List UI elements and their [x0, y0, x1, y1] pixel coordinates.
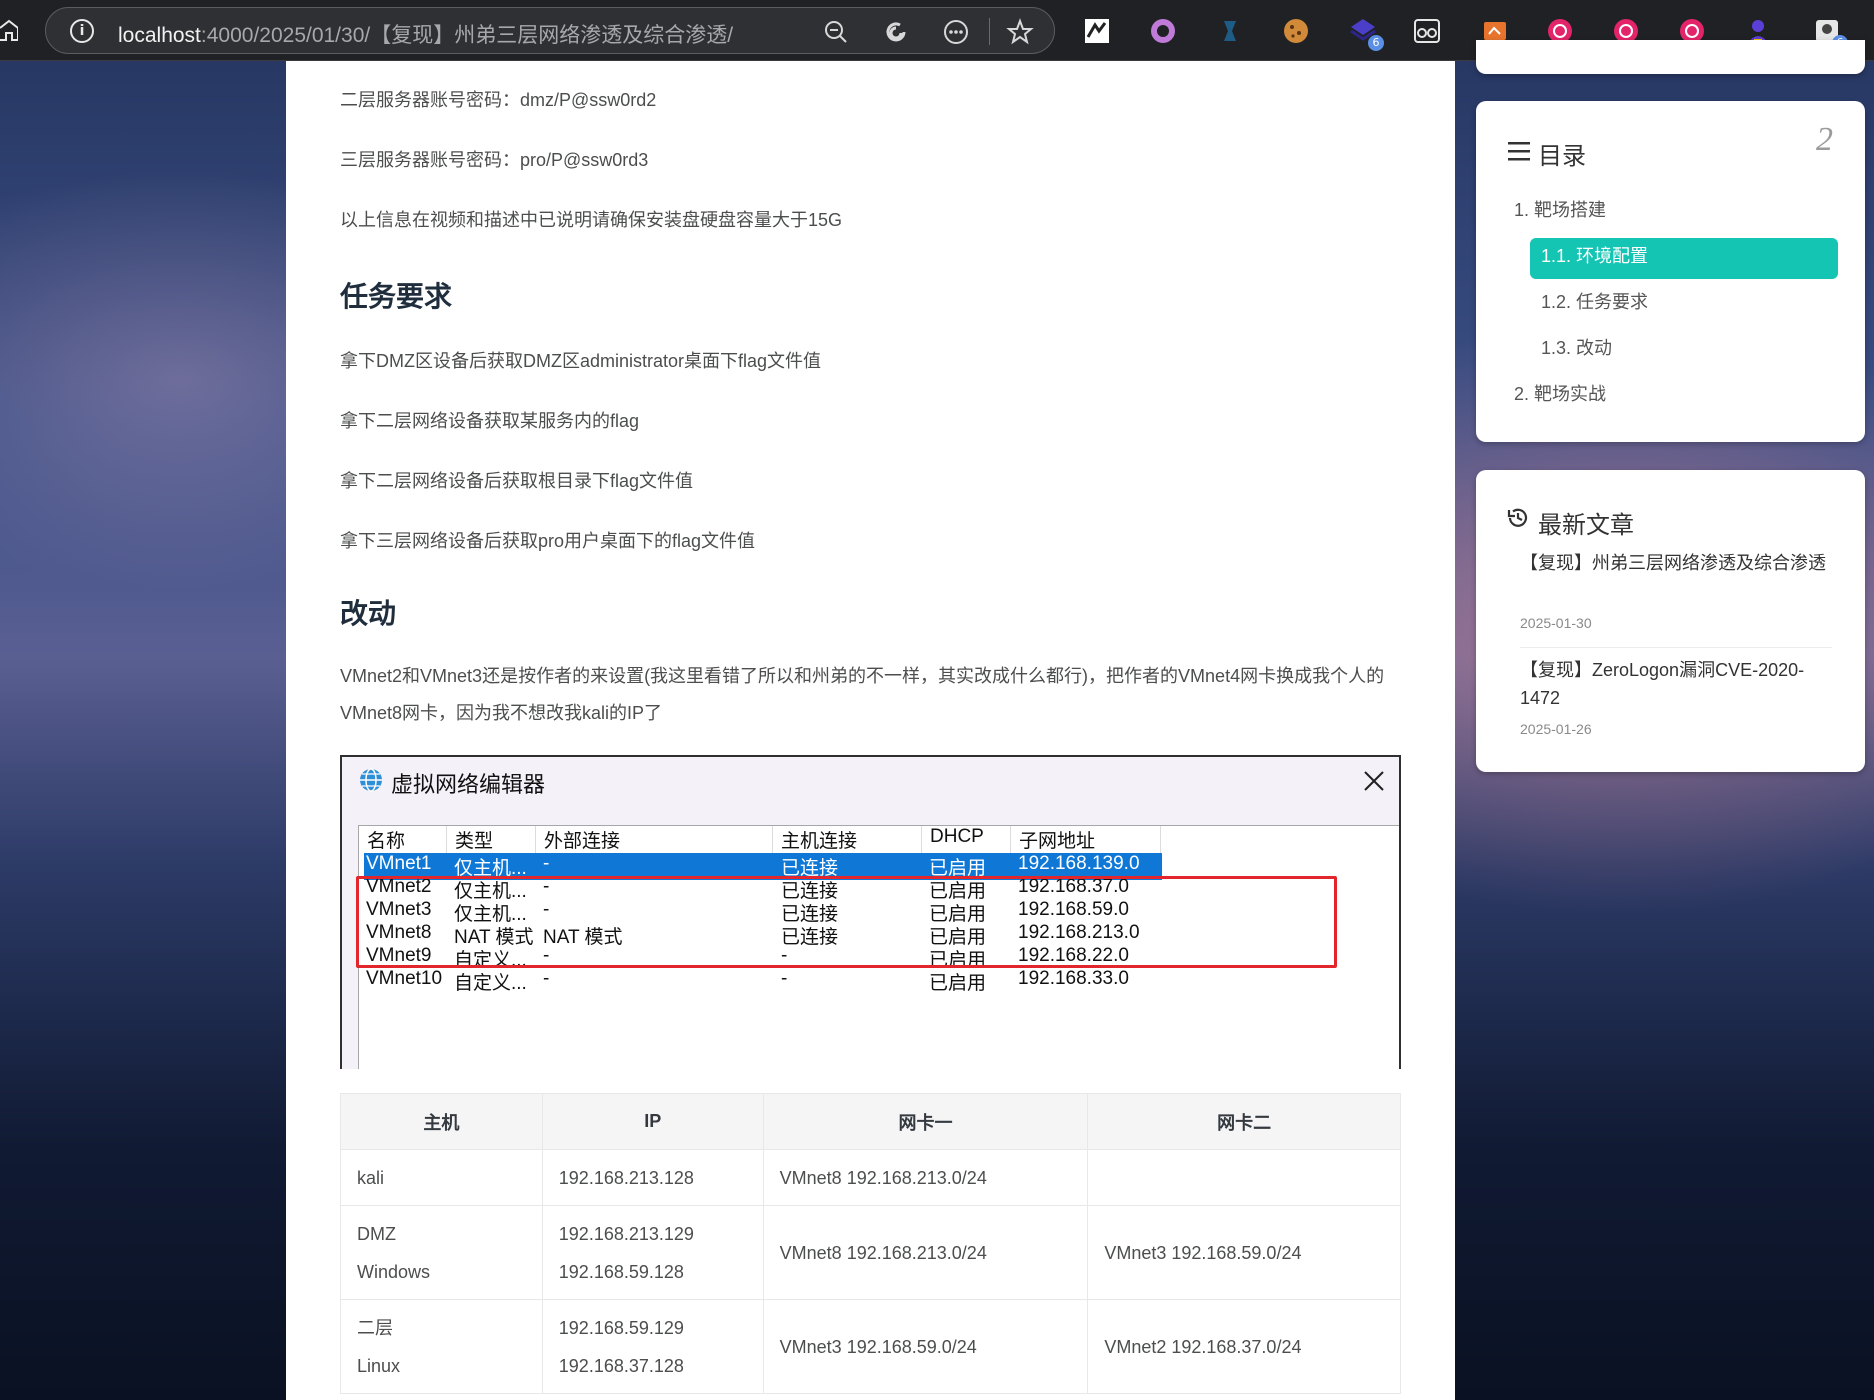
more-icon[interactable] [942, 18, 970, 46]
heading-changes: 改动 [340, 598, 397, 629]
cell-dhcp: 已启用 [929, 973, 987, 994]
network-row: VMnet10 自定义... - - 已启用 192.168.33.0 [364, 968, 1319, 995]
cell-type: 自定义... [454, 973, 527, 994]
edge-refresh-icon[interactable] [882, 18, 910, 46]
table-row: DMZ Windows 192.168.213.129 192.168.59.128… [340, 1205, 1401, 1300]
extension-icon-3[interactable] [1216, 17, 1244, 45]
cell-nic2: VMnet3 192.168.59.0/24 [1087, 1205, 1401, 1300]
extension-icon-2[interactable] [1149, 17, 1177, 45]
column-header: 外部连接 [536, 826, 773, 854]
cell-host: - [781, 968, 788, 989]
toc-item-active[interactable]: 1.1. 环境配置 [1541, 242, 1648, 268]
cell-nic1: VMnet3 192.168.59.0/24 [762, 1299, 1089, 1394]
column-header: 类型 [447, 826, 536, 854]
heading-tasks: 任务要求 [340, 281, 453, 312]
host-table: 主机 IP 网卡一 网卡二 kali 192.168.213.128 VMnet… [340, 1093, 1401, 1394]
cell-nic2: VMnet2 192.168.37.0/24 [1087, 1299, 1401, 1394]
recent-title: 最新文章 [1538, 512, 1634, 539]
table-header: 网卡二 [1087, 1093, 1401, 1150]
address-bar[interactable]: i localhost:4000/2025/01/30/【复现】州弟三层网络渗透… [45, 7, 1055, 54]
ip-line: 192.168.59.128 [558, 1261, 684, 1282]
toc-item[interactable]: 1.3. 改动 [1541, 334, 1612, 360]
recent-posts-card: 最新文章 【复现】州弟三层网络渗透及综合渗透 2025-01-30 【复现】Ze… [1476, 470, 1865, 772]
recent-post-link[interactable]: 【复现】ZeroLogon漏洞CVE-2020-1472 [1520, 656, 1840, 712]
task-item: 拿下二层网络设备获取某服务内的flag [340, 411, 640, 431]
table-row: kali 192.168.213.128 VMnet8 192.168.213.… [340, 1149, 1401, 1206]
credential-line-2: 二层服务器账号密码：dmz/P@ssw0rd2 [340, 90, 657, 110]
history-icon [1507, 508, 1528, 527]
url-path: :4000/2025/01/30/【复现】州弟三层网络渗透及综合渗透/ [200, 24, 734, 47]
task-item: 拿下三层网络设备后获取pro用户桌面下的flag文件值 [340, 531, 756, 551]
extension-icon-5[interactable]: 6 [1349, 17, 1384, 51]
extension-badge: 6 [1368, 35, 1384, 51]
ip-line: 192.168.59.129 [558, 1317, 684, 1338]
cell-name: VMnet10 [366, 968, 443, 989]
table-header: 网卡一 [762, 1093, 1089, 1150]
close-icon [1364, 771, 1384, 791]
cell-nic1: VMnet8 192.168.213.0/24 [762, 1149, 1089, 1206]
menu-icon [1508, 142, 1530, 161]
dialog-title: 虚拟网络编辑器 [391, 772, 546, 797]
toc-item[interactable]: 1.2. 任务要求 [1541, 288, 1648, 314]
virtual-network-editor-screenshot: 虚拟网络编辑器 名称 类型 外部连接 主机连接 DHCP 子网地址 VMnet1… [340, 755, 1401, 1069]
cell-host: DMZ Windows [340, 1205, 543, 1300]
table-row: 二层 Linux 192.168.59.129 192.168.37.128 VMn… [340, 1299, 1401, 1394]
credential-line-3: 三层服务器账号密码：pro/P@ssw0rd3 [340, 150, 649, 170]
url-text[interactable]: localhost:4000/2025/01/30/【复现】州弟三层网络渗透及综… [118, 19, 734, 47]
cell-ip: 192.168.213.128 [541, 1149, 764, 1206]
cell-nic1: VMnet8 192.168.213.0/24 [762, 1205, 1089, 1300]
host-line: 二层 [357, 1317, 393, 1338]
recent-post-date: 2025-01-30 [1520, 615, 1592, 631]
cell-external: - [543, 968, 550, 989]
table-header: 主机 [340, 1093, 543, 1150]
ip-line: 192.168.37.128 [558, 1355, 684, 1376]
divider [1520, 647, 1832, 648]
toc-count: 2 [1816, 121, 1833, 158]
cell-host: 二层 Linux [340, 1299, 543, 1394]
toc-title: 目录 [1538, 143, 1586, 170]
cell-ip: 192.168.213.129 192.168.59.128 [541, 1205, 764, 1300]
toc-card: 目录 2 1. 靶场搭建 1.1. 环境配置 1.2. 任务要求 1.3. 改动… [1476, 101, 1865, 442]
host-line: Windows [357, 1261, 431, 1282]
table-header: IP [541, 1093, 764, 1150]
cell-nic2 [1087, 1149, 1401, 1206]
recent-post-link[interactable]: 【复现】州弟三层网络渗透及综合渗透 [1520, 549, 1840, 577]
cell-ip: 192.168.59.129 192.168.37.128 [541, 1299, 764, 1394]
recent-post-date: 2025-01-26 [1520, 721, 1592, 737]
url-host: localhost [118, 24, 201, 47]
address-bar-separator [989, 18, 990, 45]
ip-line: 192.168.213.129 [558, 1223, 694, 1244]
sidebar-card-top [1476, 40, 1865, 74]
home-icon[interactable] [0, 18, 18, 42]
globe-icon [360, 768, 382, 792]
cookie-icon[interactable] [1282, 17, 1310, 45]
host-line: DMZ [357, 1223, 396, 1244]
toc-item[interactable]: 2. 靶场实战 [1514, 380, 1606, 406]
zoom-out-icon[interactable] [822, 18, 850, 46]
extension-icon-1[interactable] [1083, 17, 1111, 45]
cell-host: kali [340, 1149, 543, 1206]
task-item: 拿下二层网络设备后获取根目录下flag文件值 [340, 471, 694, 491]
favorite-star-icon[interactable] [1006, 18, 1034, 46]
disk-note: 以上信息在视频和描述中已说明请确保安装盘硬盘容量大于15G [340, 210, 843, 230]
column-header: 主机连接 [773, 826, 922, 854]
column-header: 名称 [359, 826, 447, 854]
host-line: Linux [357, 1355, 401, 1376]
article-panel: 二层服务器账号密码：dmz/P@ssw0rd2 三层服务器账号密码：pro/P@… [286, 61, 1455, 1400]
extension-icon-6[interactable] [1413, 17, 1441, 45]
column-header: DHCP [922, 826, 1011, 854]
task-item: 拿下DMZ区设备后获取DMZ区administrator桌面下flag文件值 [340, 351, 822, 371]
table-header-row: 主机 IP 网卡一 网卡二 [340, 1093, 1401, 1150]
cell-subnet: 192.168.33.0 [1018, 968, 1129, 989]
highlight-box [356, 876, 1337, 968]
changes-paragraph: VMnet2和VMnet3还是按作者的来设置(我这里看错了所以和州弟的不一样，其… [340, 666, 1385, 723]
site-info-icon[interactable]: i [70, 19, 94, 43]
toc-item[interactable]: 1. 靶场搭建 [1514, 196, 1606, 222]
column-header: 子网地址 [1011, 826, 1161, 854]
